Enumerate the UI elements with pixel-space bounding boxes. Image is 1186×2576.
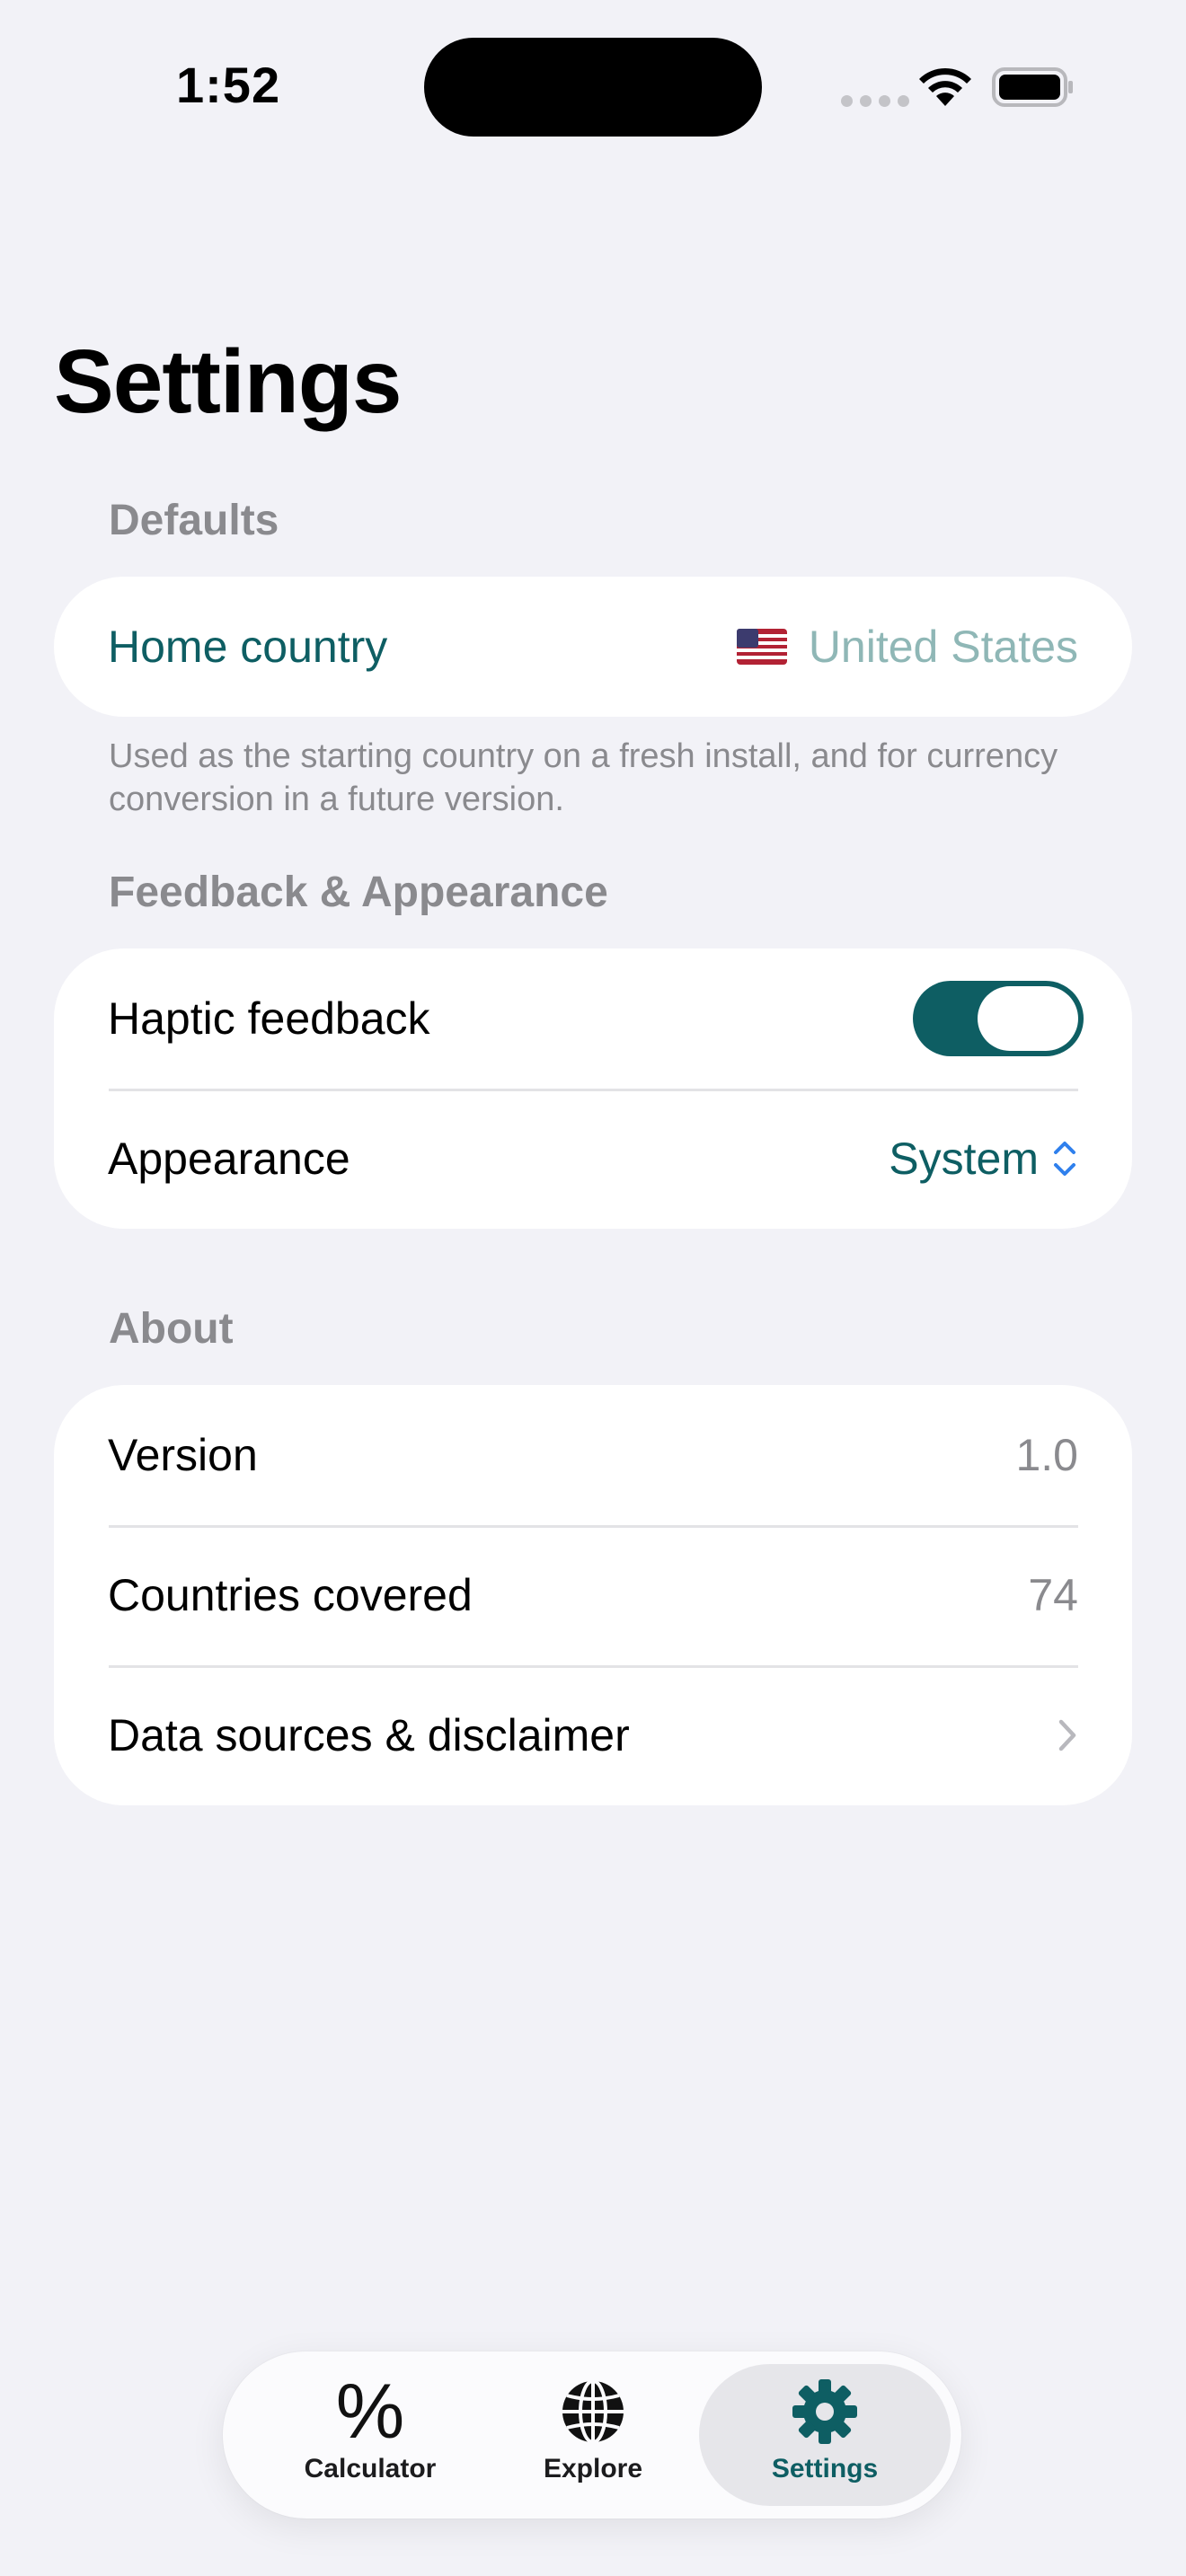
appearance-row[interactable]: Appearance System	[54, 1089, 1132, 1229]
globe-icon	[559, 2375, 627, 2448]
home-country-footnote: Used as the starting country on a fresh …	[109, 737, 1058, 818]
section-header-defaults: Defaults	[109, 497, 279, 544]
haptic-feedback-toggle[interactable]	[913, 981, 1084, 1056]
data-sources-label: Data sources & disclaimer	[108, 1710, 630, 1760]
chevron-up-down-icon	[1054, 1142, 1075, 1176]
page-title: Settings	[54, 331, 402, 432]
version-row: Version 1.0	[54, 1385, 1132, 1525]
tab-bar: % Calculator Explore Settings	[223, 2351, 961, 2519]
home-country-label: Home country	[108, 622, 388, 672]
tab-calculator-label: Calculator	[304, 2454, 437, 2483]
appearance-value: System	[889, 1134, 1039, 1184]
countries-covered-value: 74	[1028, 1570, 1078, 1620]
home-country-value: United States	[808, 622, 1078, 672]
section-header-feedback: Feedback & Appearance	[109, 869, 608, 916]
battery-icon	[992, 67, 1073, 107]
dynamic-island	[424, 38, 762, 137]
haptic-feedback-label: Haptic feedback	[108, 993, 430, 1044]
tab-settings[interactable]: Settings	[699, 2364, 951, 2506]
version-value: 1.0	[1015, 1430, 1078, 1480]
tab-settings-label: Settings	[771, 2454, 879, 2483]
home-country-row[interactable]: Home country United States	[54, 577, 1132, 717]
gear-icon	[791, 2375, 859, 2448]
wifi-icon	[919, 67, 971, 106]
section-header-about: About	[109, 1305, 234, 1353]
us-flag-icon	[736, 629, 787, 665]
tab-explore-label: Explore	[543, 2454, 643, 2483]
chevron-right-icon	[1058, 1719, 1076, 1751]
status-time: 1:52	[176, 57, 281, 113]
feedback-card: Haptic feedback Appearance System	[54, 948, 1132, 1229]
countries-covered-label: Countries covered	[108, 1570, 473, 1620]
percent-icon: %	[335, 2369, 405, 2455]
cellular-signal-icon	[841, 95, 909, 107]
countries-covered-row: Countries covered 74	[54, 1525, 1132, 1665]
tab-explore[interactable]: Explore	[467, 2364, 719, 2506]
about-card: Version 1.0 Countries covered 74 Data so…	[54, 1385, 1132, 1805]
defaults-card: Home country United States	[54, 577, 1132, 717]
tab-calculator[interactable]: % Calculator	[244, 2364, 496, 2506]
haptic-feedback-row: Haptic feedback	[54, 948, 1132, 1089]
appearance-label: Appearance	[108, 1134, 350, 1184]
toggle-knob	[978, 986, 1078, 1051]
version-label: Version	[108, 1430, 258, 1480]
data-sources-row[interactable]: Data sources & disclaimer	[54, 1665, 1132, 1805]
appearance-picker[interactable]: System	[889, 1133, 1078, 1185]
